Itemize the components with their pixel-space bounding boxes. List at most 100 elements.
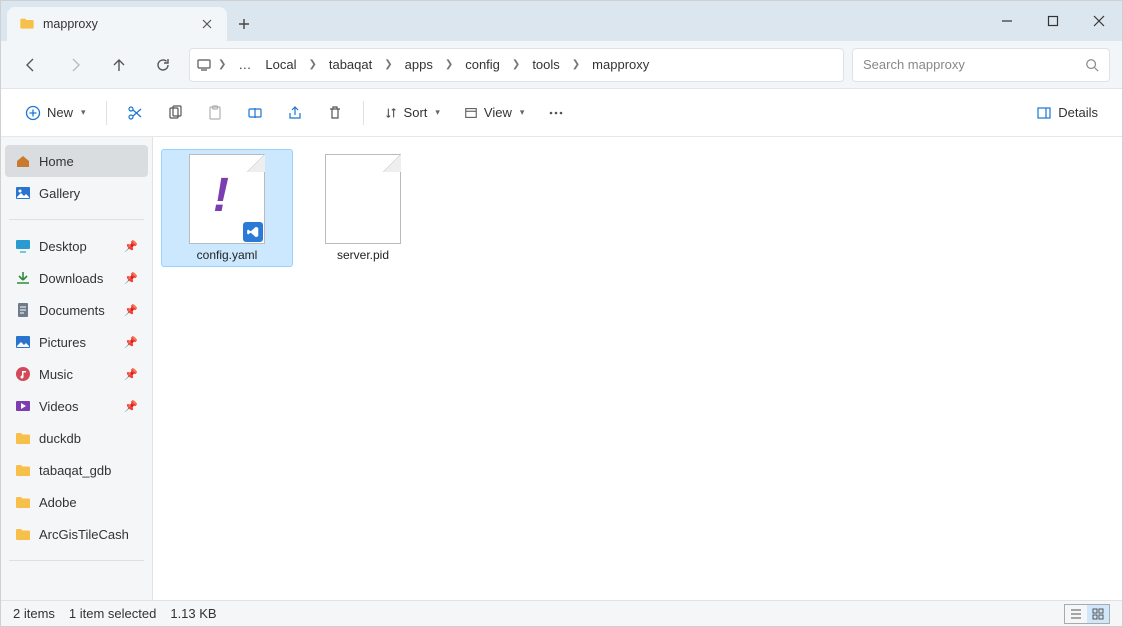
close-window-button[interactable]: [1076, 1, 1122, 41]
icons-view-button[interactable]: [1087, 605, 1109, 623]
pin-icon: 📌: [124, 272, 138, 285]
gallery-icon: [15, 185, 31, 201]
crumb-config[interactable]: config: [459, 53, 506, 76]
rename-button[interactable]: [237, 96, 273, 130]
sidebar-item-gallery[interactable]: Gallery: [5, 177, 148, 209]
view-icon: [464, 106, 478, 120]
sort-button[interactable]: Sort ▾: [374, 96, 450, 130]
sidebar-item-label: Adobe: [39, 495, 77, 510]
cut-button[interactable]: [117, 96, 153, 130]
pin-icon: 📌: [124, 400, 138, 413]
more-button[interactable]: [538, 96, 574, 130]
sidebar-item-documents[interactable]: Documents 📌: [5, 294, 148, 326]
file-thumb: [325, 154, 401, 244]
divider: [363, 101, 364, 125]
crumb-tabaqat[interactable]: tabaqat: [323, 53, 378, 76]
new-label: New: [47, 105, 73, 120]
sidebar-item-tabaqat-gdb[interactable]: tabaqat_gdb: [5, 454, 148, 486]
sidebar-item-home[interactable]: Home: [5, 145, 148, 177]
home-icon: [15, 153, 31, 169]
pictures-icon: [15, 334, 31, 350]
new-tab-button[interactable]: [227, 7, 261, 41]
download-icon: [15, 270, 31, 286]
refresh-button[interactable]: [145, 47, 181, 83]
search-input[interactable]: [863, 57, 1075, 72]
sidebar-item-arcgistilecash[interactable]: ArcGisTileCash: [5, 518, 148, 550]
folder-icon: [15, 430, 31, 446]
crumb-mapproxy[interactable]: mapproxy: [586, 53, 655, 76]
file-label: server.pid: [337, 248, 389, 262]
pc-icon: [196, 57, 212, 73]
desktop-icon: [15, 238, 31, 254]
sidebar-item-label: ArcGisTileCash: [39, 527, 129, 542]
sidebar-item-label: Videos: [39, 399, 79, 414]
up-button[interactable]: [101, 47, 137, 83]
sort-icon: [384, 106, 398, 120]
sidebar-item-videos[interactable]: Videos 📌: [5, 390, 148, 422]
folder-icon: [15, 494, 31, 510]
rename-icon: [247, 105, 263, 121]
status-count: 2 items: [13, 606, 55, 621]
chevron-down-icon: ▾: [435, 107, 440, 118]
ellipsis-icon: [548, 105, 564, 121]
file-pane[interactable]: ! config.yaml server.pid: [153, 137, 1122, 600]
sidebar-item-label: Music: [39, 367, 73, 382]
share-icon: [287, 105, 303, 121]
view-mode-toggle[interactable]: [1064, 604, 1110, 624]
documents-icon: [15, 302, 31, 318]
tab-title: mapproxy: [43, 17, 191, 31]
chevron-down-icon: ▾: [520, 107, 525, 118]
folder-icon: [15, 526, 31, 542]
file-item-server-pid[interactable]: server.pid: [297, 149, 429, 267]
status-size: 1.13 KB: [170, 606, 216, 621]
file-item-config-yaml[interactable]: ! config.yaml: [161, 149, 293, 267]
details-pane-icon: [1036, 105, 1052, 121]
back-button[interactable]: [13, 47, 49, 83]
sidebar-item-label: Home: [39, 154, 74, 169]
details-view-button[interactable]: [1065, 605, 1087, 623]
toolbar: New ▾ Sort ▾ View ▾ Details: [1, 89, 1122, 137]
sidebar-item-adobe[interactable]: Adobe: [5, 486, 148, 518]
sidebar-item-label: Desktop: [39, 239, 87, 254]
sidebar-item-downloads[interactable]: Downloads 📌: [5, 262, 148, 294]
crumb-apps[interactable]: apps: [399, 53, 439, 76]
view-button[interactable]: View ▾: [454, 96, 534, 130]
divider: [9, 219, 144, 220]
sidebar-item-duckdb[interactable]: duckdb: [5, 422, 148, 454]
view-label: View: [484, 105, 512, 120]
trash-icon: [327, 105, 343, 121]
crumb-tools[interactable]: tools: [526, 53, 565, 76]
new-button[interactable]: New ▾: [15, 96, 96, 130]
search-box[interactable]: [852, 48, 1110, 82]
close-tab-button[interactable]: [199, 16, 215, 32]
details-button[interactable]: Details: [1026, 96, 1108, 130]
tab-mapproxy[interactable]: mapproxy: [7, 7, 227, 41]
sidebar-item-music[interactable]: Music 📌: [5, 358, 148, 390]
sidebar-item-desktop[interactable]: Desktop 📌: [5, 230, 148, 262]
copy-button[interactable]: [157, 96, 193, 130]
breadcrumb[interactable]: ❯ … Local ❯ tabaqat ❯ apps ❯ config ❯ to…: [189, 48, 844, 82]
sort-label: Sort: [404, 105, 428, 120]
maximize-button[interactable]: [1030, 1, 1076, 41]
divider: [9, 560, 144, 561]
sidebar[interactable]: Home Gallery Desktop 📌 Downloads 📌 Docum…: [1, 137, 153, 600]
forward-button[interactable]: [57, 47, 93, 83]
crumb-local[interactable]: Local: [259, 53, 302, 76]
minimize-button[interactable]: [984, 1, 1030, 41]
paste-button[interactable]: [197, 96, 233, 130]
sidebar-item-label: Documents: [39, 303, 105, 318]
search-icon: [1085, 58, 1099, 72]
chevron-right-icon: ❯: [568, 59, 584, 70]
chevron-right-icon: ❯: [304, 59, 320, 70]
share-button[interactable]: [277, 96, 313, 130]
copy-icon: [167, 105, 183, 121]
videos-icon: [15, 398, 31, 414]
main: Home Gallery Desktop 📌 Downloads 📌 Docum…: [1, 137, 1122, 600]
crumb-overflow[interactable]: …: [232, 53, 257, 76]
sidebar-item-pictures[interactable]: Pictures 📌: [5, 326, 148, 358]
delete-button[interactable]: [317, 96, 353, 130]
chevron-right-icon: ❯: [380, 59, 396, 70]
folder-icon: [19, 16, 35, 32]
sidebar-item-label: Pictures: [39, 335, 86, 350]
music-icon: [15, 366, 31, 382]
